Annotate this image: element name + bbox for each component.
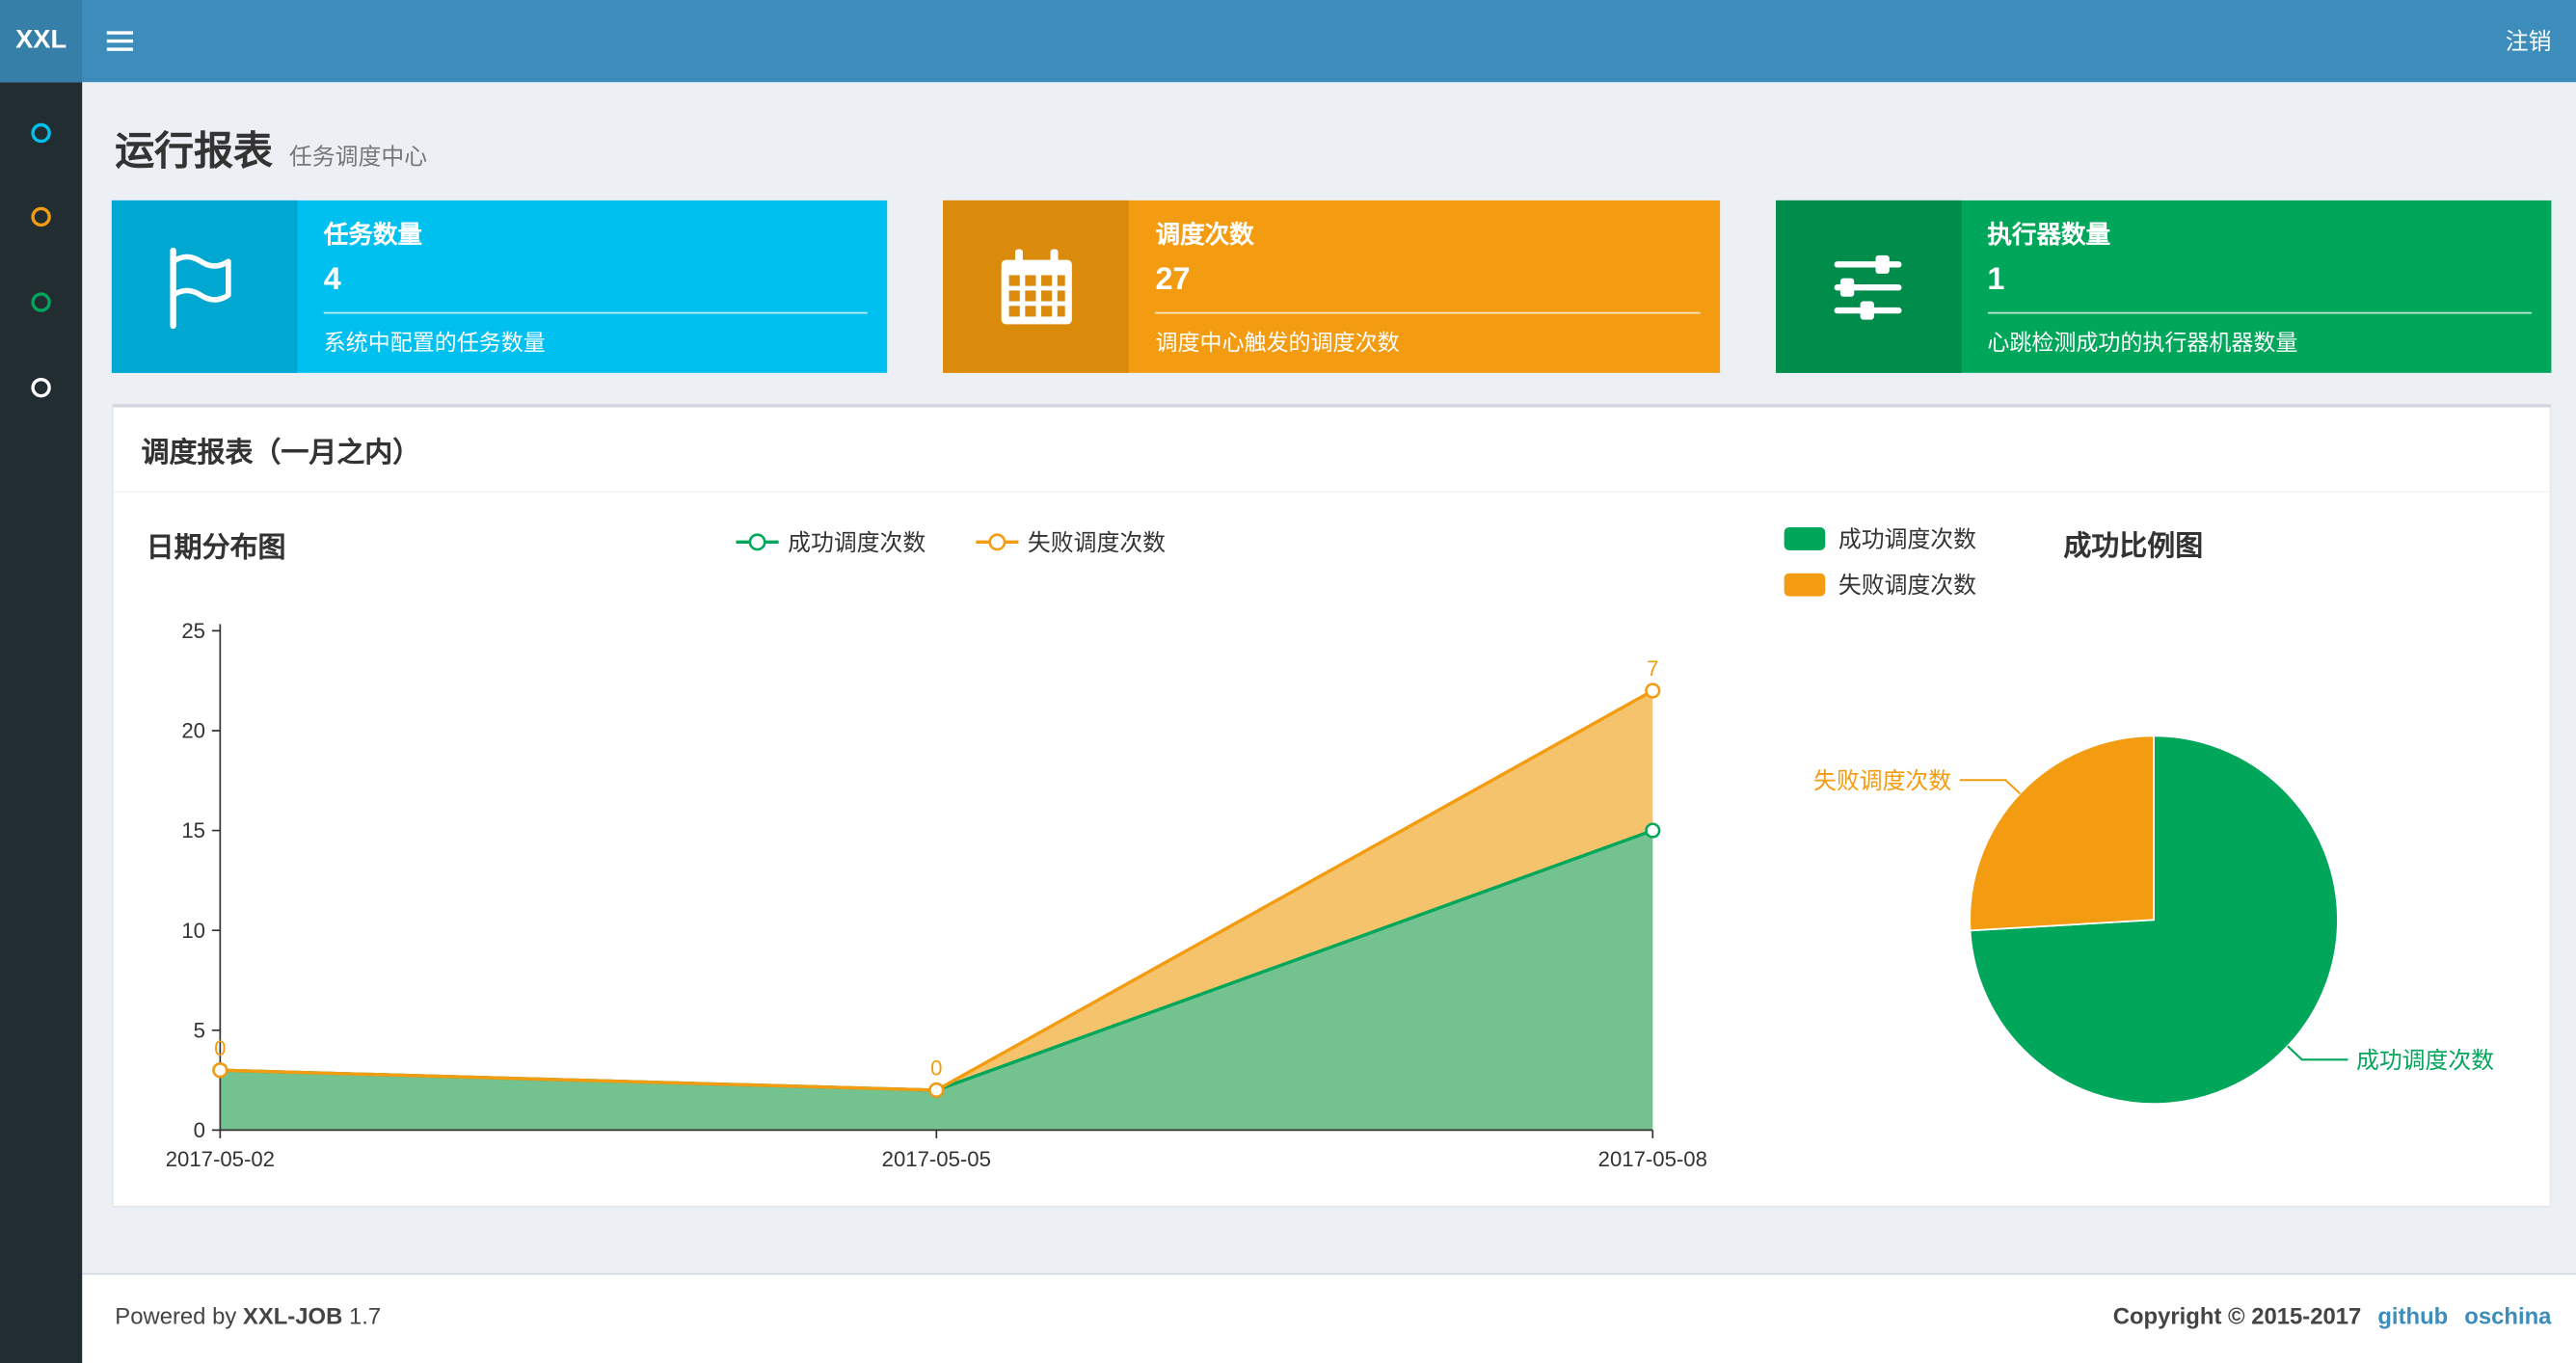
sidebar [0,82,83,1363]
powered-prefix: Powered by [115,1302,237,1329]
app-logo: XXL [0,0,83,83]
line-chart-legend: 成功调度次数 失败调度次数 [142,525,1760,558]
sidebar-item-4[interactable] [0,352,82,424]
product-version: 1.7 [348,1302,382,1329]
svg-text:15: 15 [181,818,205,842]
page-subtitle: 任务调度中心 [288,143,428,170]
circle-icon [31,122,51,144]
logout-button[interactable]: 注销 [2481,0,2576,82]
github-link[interactable]: github [2377,1302,2448,1328]
copyright: Copyright © 2015-2017 github oschina [2113,1302,2552,1328]
line-marker-icon [975,533,1018,551]
trigger-count-box: 调度次数 27 调度中心触发的调度次数 [943,200,1720,373]
sliders-icon [1775,200,1962,373]
svg-text:7: 7 [1647,656,1658,681]
divider [323,311,869,314]
flag-icon [111,200,298,373]
svg-text:5: 5 [194,1018,205,1042]
panel-title: 调度报表（一月之内） [141,437,421,468]
circle-icon [31,292,51,312]
panel-header: 调度报表（一月之内） [113,408,2550,494]
circle-icon [31,206,51,227]
app-window: XXL 注销 运行报表 任务调度中心 任务数量 4 系统中配置的任务数量 调度次… [0,0,2576,1363]
date-distribution-section: 日期分布图 成功调度次数 失败调度次数 0 5 10 15 20 25 2017… [142,501,1760,1208]
page-title: 运行报表 [115,129,273,174]
powered-by: Powered by XXL-JOB 1.7 [115,1302,381,1328]
content-header: 运行报表 任务调度中心 [82,82,2576,175]
oschina-link[interactable]: oschina [2464,1302,2551,1328]
circle-icon [31,377,51,398]
date-distribution-chart: 05101520252017-05-02 2017-05-05 2017-05-08… [166,619,1707,1171]
top-navbar: XXL 注销 [0,0,2576,83]
sidebar-item-1[interactable] [0,97,82,170]
calendar-icon [943,200,1130,373]
sidebar-item-2[interactable] [0,180,82,253]
product-name: XXL-JOB [242,1302,343,1329]
sidebar-item-3[interactable] [0,266,82,338]
svg-text:0: 0 [930,1056,942,1081]
svg-text:成功调度次数: 成功调度次数 [2356,1048,2494,1074]
svg-text:0: 0 [214,1036,226,1060]
hamburger-icon [105,39,133,43]
box-value: 27 [1155,262,1191,298]
svg-text:25: 25 [181,619,205,643]
legend-item-success[interactable]: 成功调度次数 [735,525,926,558]
box-label: 调度次数 [1155,222,1254,251]
sidebar-toggle-button[interactable] [82,0,156,82]
svg-text:失败调度次数: 失败调度次数 [1813,768,1951,794]
svg-text:2017-05-08: 2017-05-08 [1598,1147,1707,1171]
summary-boxes: 任务数量 4 系统中配置的任务数量 调度次数 27 调度中心触发的调度次数 执行… [111,200,2552,373]
footer: Powered by XXL-JOB 1.7 Copyright © 2015-… [82,1272,2576,1363]
success-ratio-chart: 成功调度次数 失败调度次数 [1813,735,2494,1105]
divider [1987,311,2532,314]
job-count-box: 任务数量 4 系统中配置的任务数量 [111,200,888,373]
legend-label: 成功调度次数 [788,528,926,555]
box-label: 任务数量 [323,222,422,251]
box-label: 执行器数量 [1987,222,2111,251]
success-ratio-section: 成功调度次数 失败调度次数 成功比例图 成功调度次数 失败调度次数 [1773,501,2550,1208]
dispatch-report-panel: 调度报表（一月之内） 日期分布图 成功调度次数 失败调度次数 0 5 10 15… [111,404,2552,1208]
line-marker-icon [735,533,778,551]
box-value: 1 [1987,262,2005,298]
legend-label: 失败调度次数 [1027,528,1167,555]
box-description: 调度中心触发的调度次数 [1155,330,1400,356]
box-description: 心跳检测成功的执行器机器数量 [1987,330,2298,356]
svg-text:20: 20 [181,719,205,743]
box-value: 4 [323,262,341,298]
svg-text:0: 0 [194,1118,205,1142]
executor-count-box: 执行器数量 1 心跳检测成功的执行器机器数量 [1775,200,2552,373]
svg-text:2017-05-02: 2017-05-02 [166,1147,275,1171]
svg-text:2017-05-05: 2017-05-05 [882,1147,991,1171]
legend-item-fail[interactable]: 失败调度次数 [975,525,1166,558]
divider [1155,311,1701,314]
svg-text:10: 10 [181,919,205,943]
copyright-text: Copyright © 2015-2017 [2112,1302,2362,1329]
box-description: 系统中配置的任务数量 [323,330,546,356]
